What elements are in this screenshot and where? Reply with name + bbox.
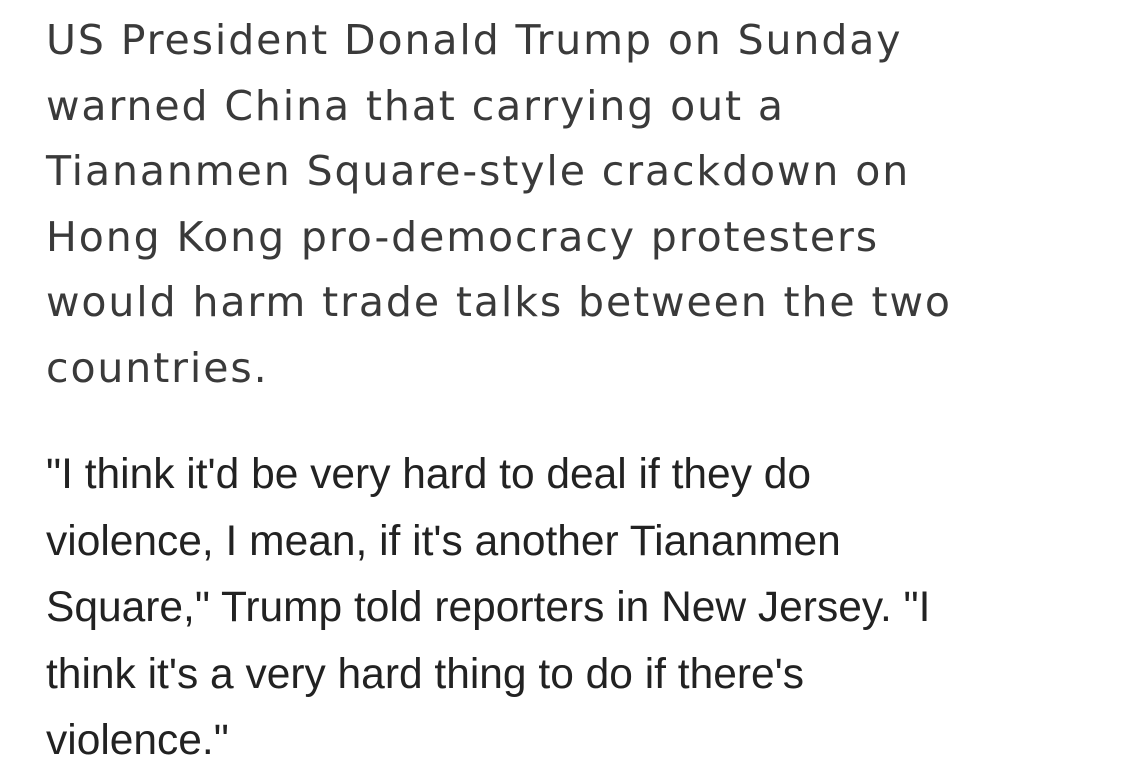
quote-line: "I think it'd be very hard to deal if th… xyxy=(46,451,812,498)
quote-line: violence, I mean, if it's another Tianan… xyxy=(46,517,841,565)
quote-line: Square," Trump told reporters in New Jer… xyxy=(46,584,931,631)
lead-paragraph: US President Donald Trump on Sunday warn… xyxy=(46,0,1056,401)
article-body: US President Donald Trump on Sunday warn… xyxy=(46,0,1106,775)
quote-line: think it's a very hard thing to do if th… xyxy=(46,650,805,698)
lead-line: Hong Kong pro-democracy protesters xyxy=(46,212,880,261)
lead-line: Tiananmen Square-style crackdown on xyxy=(46,147,911,195)
lead-line: would harm trade talks between the two xyxy=(46,278,952,326)
lead-line: warned China that carrying out a xyxy=(46,81,785,130)
lead-line: countries. xyxy=(46,343,269,392)
quote-line: violence." xyxy=(46,717,229,764)
quote-paragraph: "I think it'd be very hard to deal if th… xyxy=(46,442,1106,775)
lead-line: US President Donald Trump on Sunday xyxy=(46,16,903,64)
